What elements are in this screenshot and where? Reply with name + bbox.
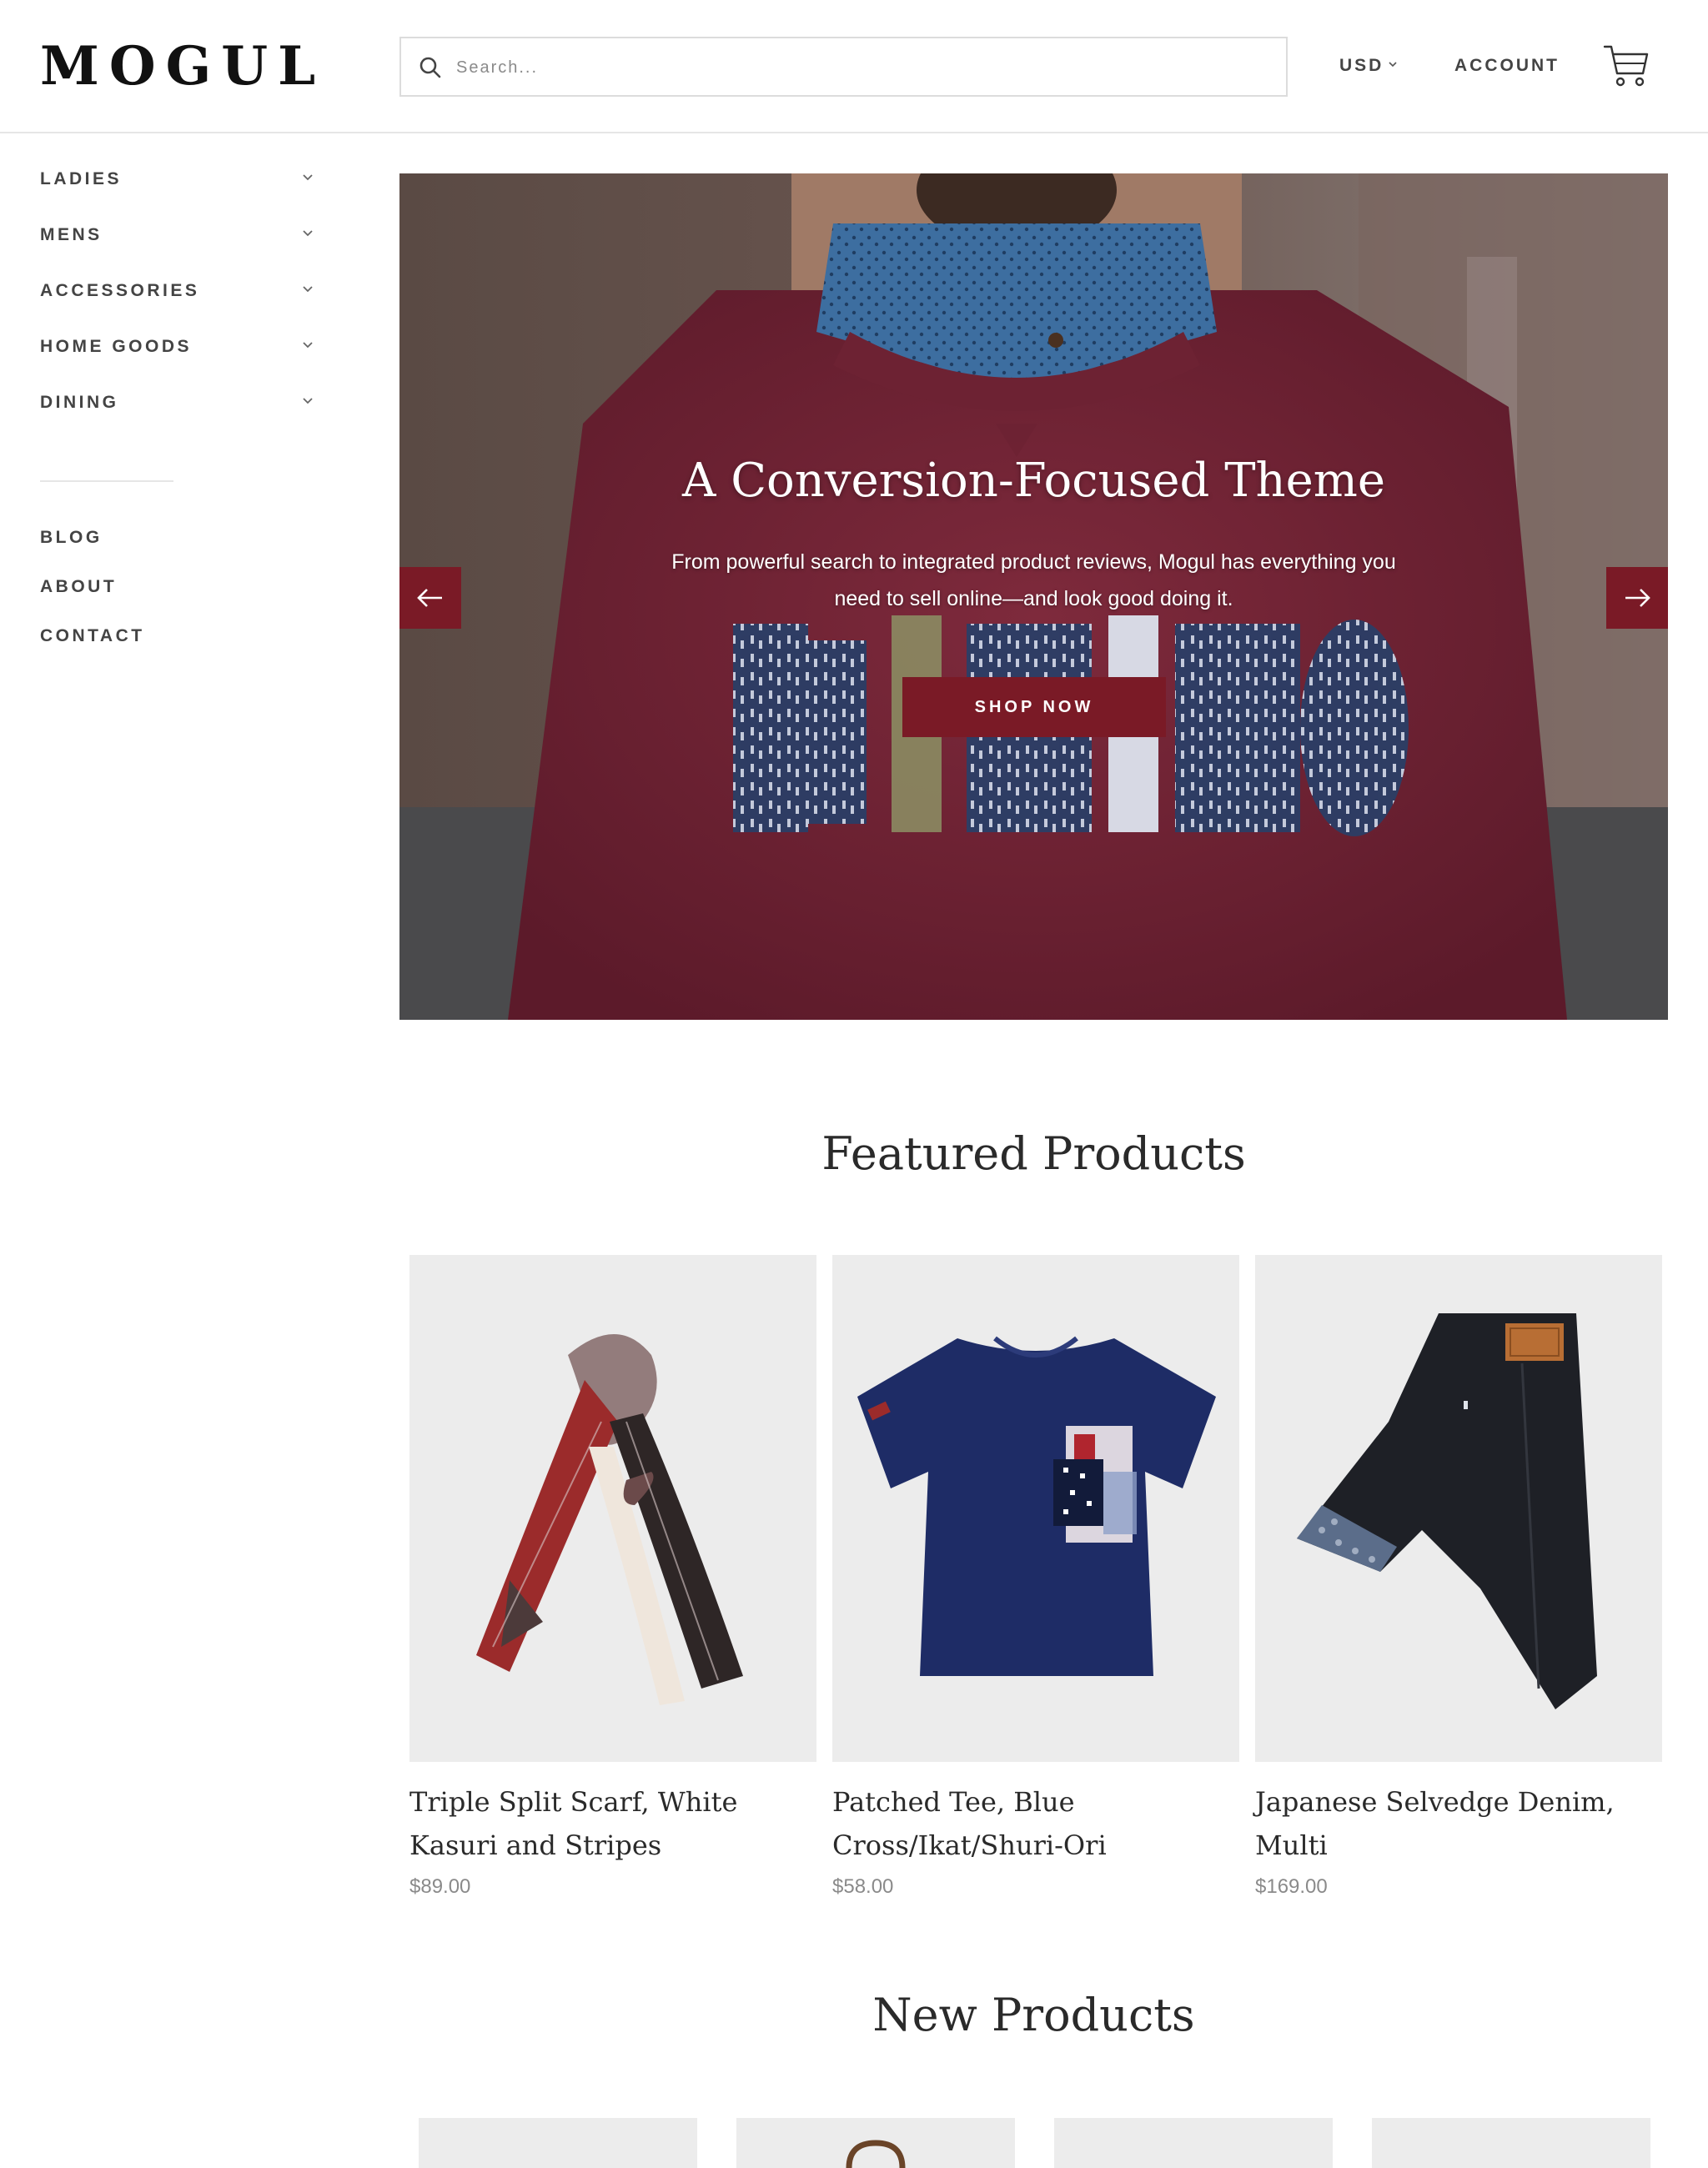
product-card[interactable]: Patched Tee, Blue Cross/Ikat/Shuri-Ori $…	[832, 1255, 1239, 1899]
cart-icon[interactable]	[1603, 43, 1650, 90]
product-price: $89.00	[409, 1875, 471, 1898]
chevron-down-icon[interactable]	[302, 397, 314, 405]
sidebar-item-label: HOME GOODS	[40, 337, 193, 356]
product-title[interactable]: Patched Tee, Blue Cross/Ikat/Shuri-Ori	[832, 1780, 1239, 1867]
product-card[interactable]: Triple Split Scarf, White Kasuri and Str…	[409, 1255, 816, 1899]
product-price: $58.00	[832, 1875, 894, 1898]
shop-now-button[interactable]: SHOP NOW	[902, 677, 1166, 737]
search-icon[interactable]	[418, 55, 443, 80]
featured-products-title: Featured Products	[821, 1127, 1246, 1180]
sidebar-item-ladies[interactable]: LADIES	[40, 167, 315, 223]
logo[interactable]: MOGUL	[40, 37, 325, 97]
account-link[interactable]: ACCOUNT	[1454, 55, 1560, 77]
currency-label: USD	[1339, 56, 1384, 75]
product-title[interactable]: Triple Split Scarf, White Kasuri and Str…	[409, 1780, 816, 1867]
hero-text: From powerful search to integrated produ…	[671, 550, 1396, 610]
product-card[interactable]	[1372, 2118, 1650, 2168]
sidebar-divider	[40, 480, 173, 482]
sidebar-item-home-goods[interactable]: HOME GOODS	[40, 334, 315, 390]
sidebar-nav: LADIES MENS ACCESSORIES HOME GOODS DININ…	[40, 167, 315, 673]
site-header: MOGUL USD ACCOUNT	[0, 0, 1708, 133]
slider-next-button[interactable]	[1606, 567, 1668, 629]
product-card[interactable]	[1054, 2118, 1333, 2168]
sidebar-link-contact[interactable]: CONTACT	[40, 624, 315, 673]
sidebar-link-about[interactable]: ABOUT	[40, 575, 315, 624]
sidebar-item-label: MENS	[40, 225, 103, 244]
product-title[interactable]: Japanese Selvedge Denim, Multi	[1255, 1780, 1662, 1867]
new-products-title: New Products	[872, 1989, 1195, 2041]
search-input[interactable]	[455, 45, 1258, 90]
chevron-down-icon[interactable]	[302, 173, 314, 182]
product-image[interactable]	[1255, 1255, 1662, 1762]
sidebar-item-label: LADIES	[40, 169, 123, 188]
product-image[interactable]	[409, 1255, 816, 1762]
sidebar-item-accessories[interactable]: ACCESSORIES	[40, 279, 315, 334]
product-image	[846, 2140, 906, 2168]
chevron-down-icon[interactable]	[302, 229, 314, 238]
product-card[interactable]: Japanese Selvedge Denim, Multi $169.00	[1255, 1255, 1662, 1899]
search-bar[interactable]	[399, 37, 1288, 97]
tee-image	[857, 1336, 1216, 1676]
product-image[interactable]	[832, 1255, 1239, 1762]
chevron-down-icon[interactable]	[302, 341, 314, 349]
sidebar-item-dining[interactable]: DINING	[40, 390, 315, 446]
sidebar-item-mens[interactable]: MENS	[40, 223, 315, 279]
currency-selector[interactable]: USD	[1339, 55, 1397, 77]
sidebar-item-label: DINING	[40, 393, 119, 412]
product-card[interactable]	[736, 2118, 1015, 2168]
hero-title: A Conversion-Focused Theme	[681, 454, 1386, 508]
arrow-left-icon	[417, 589, 442, 607]
denim-image	[1297, 1313, 1597, 1709]
scarf-image	[476, 1334, 743, 1705]
chevron-down-icon	[1389, 62, 1397, 68]
sidebar-item-label: ACCESSORIES	[40, 281, 200, 300]
arrow-right-icon	[1625, 589, 1650, 607]
product-price: $169.00	[1255, 1875, 1328, 1898]
hero-slider: A Conversion-Focused Theme From powerful…	[399, 173, 1668, 1020]
product-card[interactable]	[419, 2118, 697, 2168]
slider-prev-button[interactable]	[399, 567, 461, 629]
chevron-down-icon[interactable]	[302, 285, 314, 294]
sidebar-link-blog[interactable]: BLOG	[40, 525, 315, 575]
